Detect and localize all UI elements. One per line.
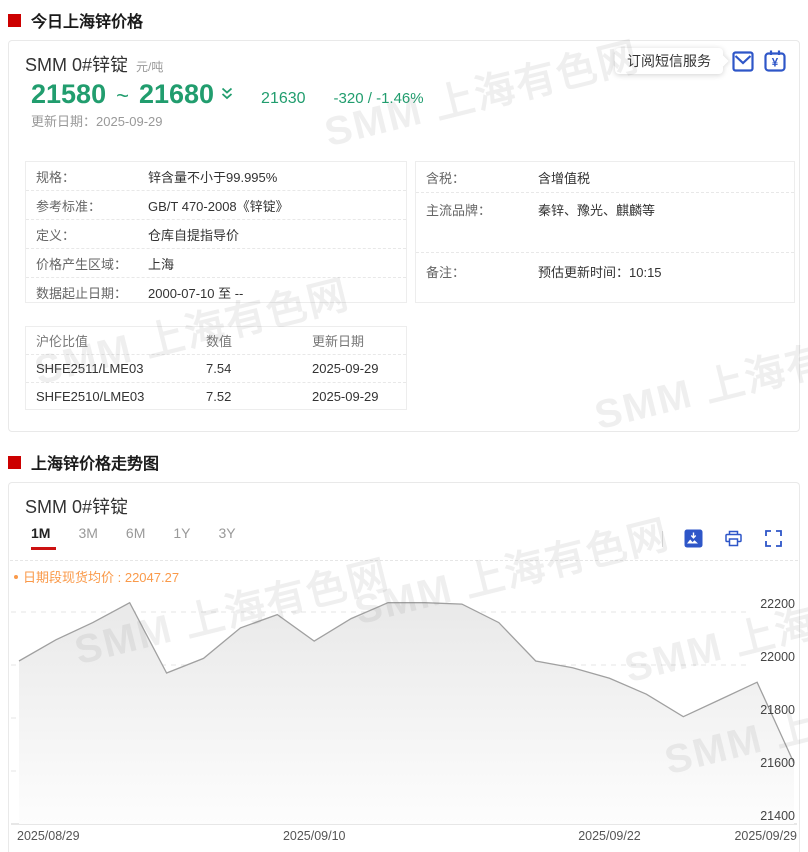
price-trend-chart[interactable]: 22200 22000 21800 21600 21400 2025/08/29 2025/…: [11, 583, 797, 852]
cell-ratio: 7.54: [206, 361, 232, 376]
row-label: 数据起止日期：: [36, 285, 128, 301]
subscribe-tooltip: 订阅短信服务: [615, 48, 729, 74]
spec-table: 规格： 锌含量不小于99.995% 参考标准： GB/T 470-2008《锌锭》 …: [25, 161, 407, 303]
row-value: 2000-07-10 至 --: [148, 285, 244, 301]
red-square-bullet: [8, 455, 21, 469]
update-date-label: 更新日期：: [31, 114, 97, 129]
cell-date: 2025-09-29: [312, 361, 379, 376]
shfe-lme-ratio-table: 沪伦比值 数值 更新日期 SHFE2511/LME03 7.54 2025-09…: [25, 326, 407, 410]
tabs-separator: [10, 560, 798, 561]
trend-down-icon: [221, 87, 233, 105]
cell-contract: SHFE2510/LME03: [36, 389, 145, 404]
row-label: 含税：: [426, 170, 466, 186]
price-high: 21680: [138, 79, 215, 109]
row-value: 上海: [148, 256, 175, 272]
column-header: 数值: [206, 334, 233, 349]
range-tabs: 1M 3M 6M 1Y 3Y: [31, 525, 236, 550]
chart-product-name: SMM 0#锌锭: [25, 497, 129, 517]
price-change: -320 / -1.46%: [333, 90, 424, 107]
column-header: 更新日期: [312, 334, 365, 349]
product-label: SMM 0#锌锭: [25, 55, 129, 75]
y-tick-label: 21800: [760, 703, 795, 717]
section-header-trend-chart: 上海锌价格走势图: [8, 450, 159, 474]
section-header-today-price: 今日上海锌价格: [8, 8, 143, 32]
table-row: SHFE2511/LME03 7.54 2025-09-29: [26, 355, 406, 383]
y-tick-label: 22200: [760, 597, 795, 611]
info-table: 含税： 含增值税 主流品牌： 秦锌、豫光、麒麟等 备注： 预估更新时间：10:15: [415, 161, 795, 303]
page: SMM 上海有色网 SMM 上海有色网 SMM 上海有色网 SMM 上海有色网 …: [0, 0, 808, 852]
cell-ratio: 7.52: [206, 389, 232, 404]
chart-section-title: 上海锌价格走势图: [31, 456, 160, 473]
trend-chart-card: SMM 0#锌锭 1M 3M 6M 1Y 3Y 日期段现货均价: 22047.…: [8, 482, 800, 852]
price-subscribe-icon[interactable]: ¥: [763, 49, 787, 73]
x-tick-label: 2025/09/22: [578, 829, 641, 843]
cell-date: 2025-09-29: [312, 389, 379, 404]
table-row: SHFE2510/LME03 7.52 2025-09-29: [26, 383, 406, 410]
row-label: 备注：: [426, 265, 466, 280]
table-row: 定义： 仓库自提指导价: [26, 220, 406, 249]
print-icon[interactable]: [724, 529, 743, 548]
y-tick-label: 21600: [760, 756, 795, 770]
price-low: 21580: [31, 79, 107, 109]
row-label: 价格产生区域：: [36, 256, 128, 272]
save-image-icon[interactable]: [684, 529, 703, 548]
row-label: 主流品牌：: [426, 203, 492, 218]
row-label: 参考标准：: [36, 198, 102, 214]
row-value: 含增值税: [538, 170, 591, 186]
column-header: 沪伦比值: [36, 334, 89, 349]
price-range-tilde: ~: [116, 83, 129, 108]
fullscreen-icon[interactable]: [764, 529, 783, 548]
cell-contract: SHFE2511/LME03: [36, 361, 144, 376]
table-row: 参考标准： GB/T 470-2008《锌锭》: [26, 191, 406, 220]
price-unit: 元/吨: [136, 60, 164, 74]
table-row: 备注： 预估更新时间：10:15: [416, 253, 794, 301]
x-tick-label: 2025/09/10: [283, 829, 346, 843]
tab-3y[interactable]: 3Y: [218, 525, 235, 550]
row-label: 定义：: [36, 227, 76, 243]
price-row: 21580 ~ 21680 21630 -320 / -1.46%: [31, 79, 424, 110]
update-date: 更新日期：2025-09-29: [31, 111, 163, 130]
row-label: 规格：: [36, 169, 76, 185]
update-date-value: 2025-09-29: [96, 114, 163, 129]
row-value: GB/T 470-2008《锌锭》: [148, 198, 289, 214]
x-tick-label: 2025/08/29: [17, 829, 80, 843]
table-row: 数据起止日期： 2000-07-10 至 --: [26, 278, 406, 306]
table-row: 价格产生区域： 上海: [26, 249, 406, 278]
table-row: 主流品牌： 秦锌、豫光、麒麟等: [416, 193, 794, 253]
tab-1y[interactable]: 1Y: [173, 525, 190, 550]
tab-3m[interactable]: 3M: [78, 525, 97, 550]
red-square-bullet: [8, 13, 21, 27]
tooltip-arrow: [717, 55, 729, 67]
tab-6m[interactable]: 6M: [126, 525, 145, 550]
row-value: 预估更新时间：10:15: [538, 265, 662, 280]
legend-dot-icon: [14, 574, 18, 579]
row-value: 仓库自提指导价: [148, 227, 240, 243]
sms-subscribe-icon[interactable]: [731, 49, 755, 73]
y-tick-label: 21400: [760, 809, 795, 823]
chart-toolbar: [662, 529, 783, 548]
product-name: SMM 0#锌锭 元/吨: [25, 51, 163, 77]
price-average: 21630: [261, 90, 306, 107]
chart-canvas: 22200 22000 21800 21600 21400 2025/08/29 2025/…: [11, 597, 797, 843]
today-price-card: SMM 0#锌锭 元/吨 订阅短信服务 ¥ 21580 ~ 21680 2163…: [8, 40, 800, 432]
tab-1m[interactable]: 1M: [31, 525, 57, 550]
toolbar-divider: [662, 530, 663, 547]
page-title: 今日上海锌价格: [31, 14, 144, 31]
table-row: 含税： 含增值税: [416, 162, 794, 193]
subscribe-tooltip-text: 订阅短信服务: [627, 53, 711, 69]
table-header-row: 沪伦比值 数值 更新日期: [26, 327, 406, 355]
row-value: 秦锌、豫光、麒麟等: [538, 203, 656, 218]
table-row: 规格： 锌含量不小于99.995%: [26, 162, 406, 191]
svg-text:¥: ¥: [772, 58, 779, 70]
row-value: 锌含量不小于99.995%: [148, 169, 278, 185]
x-tick-label: 2025/09/29: [734, 829, 797, 843]
y-tick-label: 22000: [760, 650, 795, 664]
